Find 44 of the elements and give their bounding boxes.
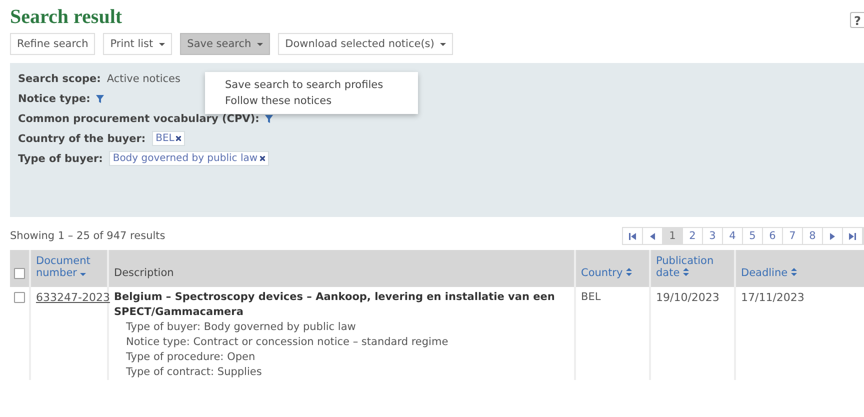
table-cell: BEL [575,287,650,380]
notice-detail: Notice type: Contract or concession notice – standard regime [125,335,450,350]
page-link[interactable]: 3 [703,228,723,244]
filter-label: Country of the buyer: [18,132,146,144]
page-link[interactable]: 2 [683,228,703,244]
page-link[interactable]: 4 [723,228,743,244]
filter-label: Common procurement vocabulary (CPV): [18,112,260,124]
first-page-icon [629,232,636,240]
page-link[interactable]: 5 [743,228,763,244]
results-summary: Showing 1 – 25 of 947 results [10,230,166,242]
select-all-checkbox[interactable] [14,268,25,279]
notice-title: Belgium – Spectroscopy devices – Aankoop, levering en installatie van een SPECT/Gammacamera [114,290,556,320]
remove-icon [176,136,182,141]
document-link[interactable]: 633247-2023 [36,291,110,304]
funnel-icon [96,94,104,102]
notice-detail: Type of buyer: Body governed by public law [125,320,357,335]
toolbar-button[interactable]: Refine search [10,33,96,55]
menu-item[interactable]: Follow these notices [205,93,418,109]
table-cell: 17/11/2023 [735,287,864,380]
page-title: Search result [10,6,122,28]
notice-detail: Type of procedure: Open [125,350,256,365]
filter-label: Type of buyer: [18,152,103,164]
help-button[interactable]: ? [850,12,864,28]
toolbar-button[interactable]: Save search [180,33,270,55]
toolbar-button[interactable]: Print list [103,33,172,55]
remove-icon [260,156,265,161]
filter-label: Notice type: [18,92,90,104]
filter-label: Search scope: [18,72,101,84]
page-link[interactable]: 8 [803,228,823,244]
column-header: Description [114,267,175,279]
filter-tag[interactable]: BEL [152,131,186,146]
filter-tag[interactable]: Body governed by public law [108,151,269,166]
previous-page-icon [649,232,656,240]
table-cell: 19/10/2023 [650,287,735,380]
page-link[interactable]: 1 [663,228,683,244]
page-link[interactable]: 6 [763,228,783,244]
next-page-icon [829,232,836,240]
row-checkbox[interactable] [14,292,25,303]
menu-item[interactable]: Save search to search profiles [205,77,418,93]
last-page-icon [849,232,856,240]
toolbar-button[interactable]: Download selected notice(s) [278,33,454,55]
page-link[interactable]: 7 [783,228,803,244]
notice-detail: Type of contract: Supplies [125,365,263,380]
filter-value: Active notices [106,72,180,84]
